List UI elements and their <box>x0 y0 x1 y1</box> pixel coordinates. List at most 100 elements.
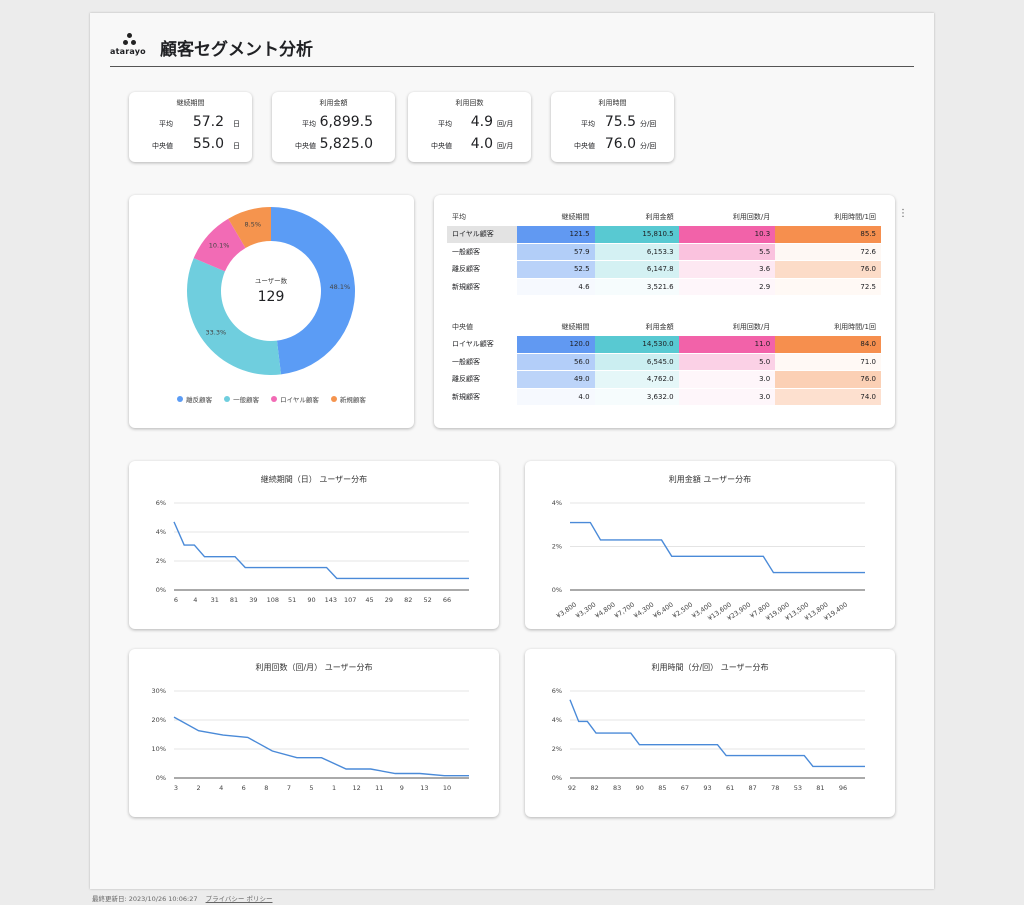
table-row[interactable]: 離反顧客 49.0 4,762.0 3.0 76.0 <box>447 370 881 389</box>
x-tick-label: 107 <box>344 596 356 604</box>
kpi-avg-label: 平均 <box>159 120 173 128</box>
kpi-title: 利用金額 <box>319 99 348 107</box>
x-tick-label: 2 <box>197 784 201 792</box>
x-tick-label: 81 <box>230 596 238 604</box>
kpi-card-time: 利用時間 平均 75.5 分/回 中央値 76.0 分/回 <box>551 92 674 162</box>
table-header-cell[interactable]: 利用時間/1回 <box>775 208 881 226</box>
table-header-cell[interactable]: 平均 <box>447 208 517 226</box>
table-row[interactable]: 新規顧客 4.6 3,521.6 2.9 72.5 <box>447 278 881 296</box>
value-cell: 74.0 <box>775 388 881 406</box>
kpi-unit: 日 <box>233 142 240 150</box>
median-table: 中央値 継続期間 利用金額 利用回数/月 利用時間/1回 ロイヤル顧客 120.0 14,53… <box>447 318 881 406</box>
x-tick-label: 92 <box>568 784 576 792</box>
kpi-avg-label: 平均 <box>581 120 595 128</box>
legend-item[interactable]: 離反顧客 <box>177 394 212 404</box>
kpi-median-value: 5,825.0 <box>319 136 373 152</box>
donut-slice[interactable] <box>187 258 282 375</box>
series-line[interactable] <box>173 521 469 580</box>
row-label-cell: 離反顧客 <box>452 375 480 384</box>
amount-line-chart: 4% 2% 0% ¥3,800¥3,300¥4,800¥7,700¥4,300¥6,4… <box>552 499 865 623</box>
table-row[interactable]: 一般顧客 56.0 6,545.0 5.0 71.0 <box>447 353 881 371</box>
kpi-avg-value: 57.2 <box>192 114 224 130</box>
table-row[interactable]: 離反顧客 52.5 6,147.8 3.6 76.0 <box>447 260 881 279</box>
donut-center-value: 129 <box>258 289 285 305</box>
value-cell: 5.0 <box>678 353 776 371</box>
privacy-policy-link[interactable]: プライバシー ポリシー <box>206 895 273 903</box>
donut-center-label: ユーザー数 <box>255 276 288 285</box>
kpi-median-value: 4.0 <box>470 136 493 152</box>
value-cell: 2.9 <box>678 278 776 296</box>
legend-label: 離反顧客 <box>186 396 213 404</box>
row-label-cell: 一般顧客 <box>452 357 480 366</box>
value-cell: 3.6 <box>678 260 776 279</box>
average-table: 平均 継続期間 利用金額 利用回数/月 利用時間/1回 ロイヤル顧客 121.5 15,810… <box>447 208 881 296</box>
frequency-line-chart: 30% 20% 10% 0% 3 2 4 6 8 7 5 1 12 11 9 13 10 <box>152 687 469 792</box>
x-tick-label: 1 <box>332 784 336 792</box>
legend-item[interactable]: ロイヤル顧客 <box>271 394 319 404</box>
legend-label: 新規顧客 <box>339 396 366 404</box>
y-tick-label: 30% <box>152 687 166 695</box>
kpi-median-label: 中央値 <box>295 142 316 150</box>
duration-distribution-card: 継続期間（日） ユーザー分布 6% 4% 2% 0% 6 4 31 81 39 108 51 90 14… <box>129 461 499 629</box>
table-header-cell[interactable]: 中央値 <box>447 318 517 336</box>
time-line-chart: 6% 4% 2% 0% 92 82 83 90 85 67 93 61 87 78 53 81 96 <box>552 687 865 792</box>
table-header-cell[interactable]: 利用回数/月 <box>679 318 776 336</box>
value-cell: 6,153.3 <box>594 243 679 261</box>
value-cell: 3.0 <box>678 388 776 406</box>
table-header-cell[interactable]: 利用回数/月 <box>679 208 776 226</box>
table-header-cell[interactable]: 継続期間 <box>517 208 595 226</box>
kpi-unit: 日 <box>233 120 240 128</box>
kpi-title: 継続期間 <box>176 99 205 107</box>
table-row[interactable]: 一般顧客 57.9 6,153.3 5.5 72.6 <box>447 243 881 261</box>
value-cell: 49.0 <box>517 370 595 389</box>
amount-distribution-card: 利用金額 ユーザー分布 4% 2% 0% ¥3,800 ¥3,300 ¥4,800 ¥7,7… <box>525 461 895 629</box>
table-header-cell[interactable]: 継続期間 <box>517 318 595 336</box>
donut-legend: 離反顧客 一般顧客 ロイヤル顧客 新規顧客 <box>129 394 414 404</box>
last-updated: 最終更新日: 2023/10/26 10:06:27 <box>92 895 198 903</box>
table-row[interactable]: ロイヤル顧客 121.5 15,810.5 10.3 85.5 <box>447 225 881 244</box>
x-tick-label: 6 <box>242 784 246 792</box>
value-cell: 3.0 <box>678 370 776 389</box>
frequency-distribution-card: 利用回数（回/月） ユーザー分布 30% 20% 10% 0% 3 2 4 6 8 7 5 1 12 11… <box>129 649 499 817</box>
value-cell: 72.5 <box>775 278 881 296</box>
series-line[interactable] <box>570 521 865 574</box>
slice-label: 10.1% <box>209 242 230 250</box>
x-tick-label: 4 <box>219 784 223 792</box>
legend-item[interactable]: 新規顧客 <box>330 394 366 404</box>
x-tick-label: 67 <box>681 784 689 792</box>
kpi-median-value: 55.0 <box>192 136 224 152</box>
value-cell: 85.5 <box>775 225 881 244</box>
series-line[interactable] <box>173 716 469 777</box>
x-tick-label: 143 <box>325 596 337 604</box>
kpi-avg-label: 平均 <box>302 120 316 128</box>
table-row[interactable]: ロイヤル顧客 120.0 14,530.0 11.0 84.0 <box>447 335 881 354</box>
y-tick-label: 0% <box>552 586 562 594</box>
table-header-cell[interactable]: 利用時間/1回 <box>775 318 881 336</box>
table-header-cell[interactable]: 利用金額 <box>595 208 679 226</box>
table-header-cell[interactable]: 利用金額 <box>595 318 679 336</box>
x-tick-label: 7 <box>287 784 291 792</box>
table-row[interactable]: 新規顧客 4.0 3,632.0 3.0 74.0 <box>447 388 881 406</box>
x-tick-label: 82 <box>590 784 598 792</box>
kpi-avg-value: 75.5 <box>604 114 636 130</box>
kpi-card-frequency: 利用回数 平均 4.9 回/月 中央値 4.0 回/月 <box>408 92 531 162</box>
x-tick-label: 53 <box>794 784 802 792</box>
more-options-icon[interactable]: ⋮ <box>898 209 908 219</box>
x-tick-label: ¥4,300 <box>632 601 655 621</box>
slice-label: 8.5% <box>245 220 262 228</box>
donut-chart: 48.1% 33.3% 10.1% 8.5% ユーザー数 129 <box>187 207 355 375</box>
x-tick-label: ¥4,800 <box>594 601 617 621</box>
donut-card: 48.1% 33.3% 10.1% 8.5% ユーザー数 129 離反顧客 一般顧客 ロイ… <box>129 195 414 428</box>
x-tick-label: ¥7,700 <box>613 601 636 621</box>
value-cell: 76.0 <box>775 370 881 389</box>
legend-label: ロイヤル顧客 <box>280 396 319 404</box>
x-tick-label: 93 <box>703 784 711 792</box>
legend-item[interactable]: 一般顧客 <box>224 394 259 404</box>
kpi-avg-value: 6,899.5 <box>319 114 373 130</box>
x-tick-label: 108 <box>267 596 279 604</box>
x-tick-label: 90 <box>636 784 644 792</box>
y-tick-label: 4% <box>552 499 562 507</box>
y-tick-label: 4% <box>552 716 562 724</box>
x-tick-label: 90 <box>307 596 315 604</box>
series-line[interactable] <box>569 699 865 768</box>
